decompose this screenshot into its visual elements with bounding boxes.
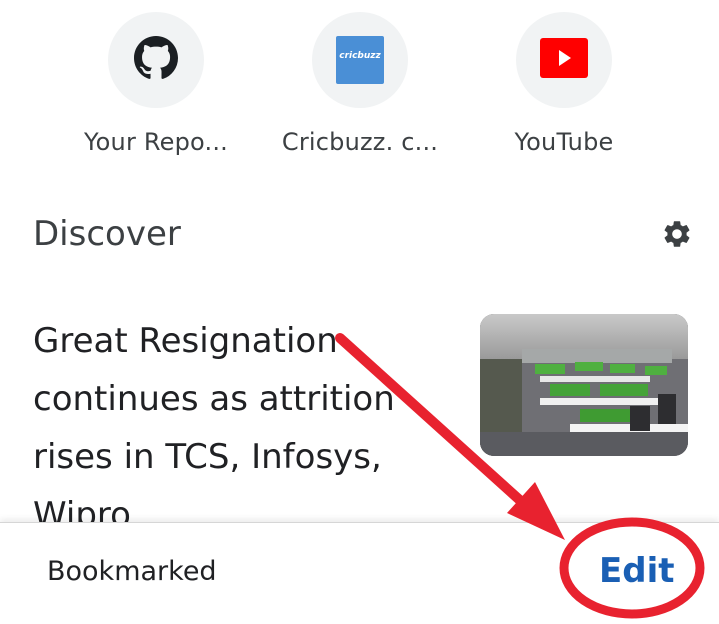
shortcut-your-repo[interactable]: Your Repo... <box>56 12 256 156</box>
edit-button[interactable]: Edit <box>599 551 674 591</box>
office-photo <box>480 314 688 456</box>
shortcut-circle <box>108 12 204 108</box>
article-card[interactable]: Great Resignation continues as attrition… <box>33 312 688 526</box>
bottom-bar: Bookmarked Edit <box>0 522 719 624</box>
shortcut-cricbuzz[interactable]: cricbuzz Cricbuzz. c... <box>260 12 460 156</box>
bookmarked-label: Bookmarked <box>47 556 217 587</box>
shortcut-circle <box>516 12 612 108</box>
youtube-icon <box>540 38 588 82</box>
shortcut-label: YouTube <box>514 128 614 156</box>
cricbuzz-logo-text: cricbuzz <box>339 51 381 61</box>
github-icon <box>134 36 178 84</box>
shortcut-label: Your Repo... <box>83 128 228 156</box>
gear-icon[interactable] <box>661 218 693 250</box>
shortcut-circle: cricbuzz <box>312 12 408 108</box>
article-title[interactable]: Great Resignation continues as attrition… <box>33 312 453 526</box>
article-thumbnail[interactable] <box>480 314 688 456</box>
cricbuzz-icon: cricbuzz <box>336 36 384 84</box>
shortcut-youtube[interactable]: YouTube <box>464 12 664 156</box>
shortcuts-row: Your Repo... cricbuzz Cricbuzz. c... You… <box>0 0 719 180</box>
discover-header: Discover <box>33 212 693 256</box>
shortcut-label: Cricbuzz. c... <box>281 128 439 156</box>
discover-title: Discover <box>33 214 181 254</box>
